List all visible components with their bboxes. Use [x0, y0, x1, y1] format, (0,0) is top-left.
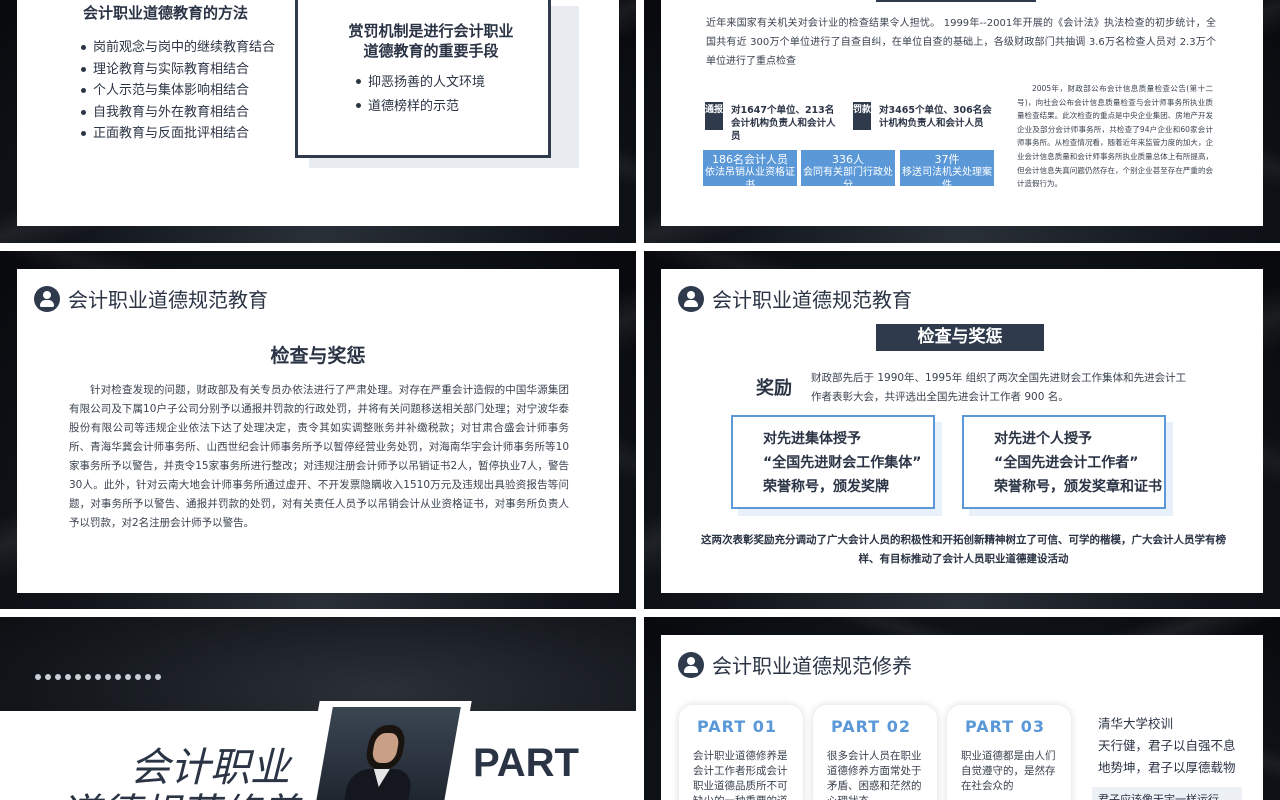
slide-card: 近年来国家有关机关对会计业的检查结果令人担忧。 1999年--2001年开展的《…	[661, 0, 1263, 226]
slide-thumbnail-5[interactable]: 会计职业 道德规范修养 PART	[0, 617, 636, 800]
reward-label: 奖励	[756, 378, 792, 399]
motto-line: 天行健，君子以自强不息	[1098, 738, 1236, 753]
fine-badge: 罚款	[853, 102, 871, 130]
box-list: 抑恶扬善的人文环境 道德榜样的示范	[354, 71, 485, 119]
stat-label: 依法吊销从业资格证书	[705, 167, 795, 191]
stat-card: 37件 移送司法机关处理案件	[900, 150, 994, 191]
motto-tail: 君子应该像天宇一样运行	[1098, 793, 1219, 800]
summary-text: 这两次表彰奖励充分调动了广大会计人员的积极性和开拓创新精神树立了可信、可学的楷模…	[701, 534, 1226, 565]
part-title: PART 02	[831, 717, 911, 736]
stat-value: 37件	[934, 153, 960, 166]
section-subtitle: 检查与奖惩	[270, 345, 366, 367]
stat-card: 336人 会同有关部门行政处分	[801, 150, 895, 191]
part-card-2: PART 02 很多会计人员在职业道德修养方面常处于矛盾、困惑和茫然的心理状态。	[813, 705, 937, 800]
header-text: 会计职业道德规范教育	[68, 288, 268, 312]
list-item: 抑恶扬善的人文环境	[354, 71, 485, 95]
fine-text: 对3465个单位、306名会计机构负责人和会计人员	[879, 105, 992, 129]
slide-thumbnail-1[interactable]: 会计职业道德教育的方法 岗前观念与岗中的继续教育结合 理论教育与实际教育相结合 …	[0, 0, 636, 243]
slide-thumbnail-3[interactable]: 会计职业道德规范教育 检查与奖惩 针对检查发现的问题，财政部及有关专员办依法进行…	[0, 251, 636, 609]
part-title: PART 01	[697, 717, 777, 736]
list-item: 正面教育与反面批评相结合	[79, 123, 275, 145]
slide-thumbnail-2[interactable]: 近年来国家有关机关对会计业的检查结果令人担忧。 1999年--2001年开展的《…	[644, 0, 1280, 243]
user-icon	[678, 285, 704, 312]
motto-tail-box: 君子应该像天宇一样运行	[1092, 787, 1242, 800]
slide-header: 会计职业道德规范修养	[678, 650, 912, 679]
collective-award-box: 对先进集体授予 “全国先进财会工作集体” 荣誉称号，颁发奖牌	[731, 415, 935, 509]
part-word: PART	[473, 741, 579, 785]
part-text: 很多会计人员在职业道德修养方面常处于矛盾、困惑和茫然的心理状态。	[827, 750, 922, 800]
stat-label: 会同有关部门行政处分	[803, 167, 893, 191]
motto-line: 地势坤，君子以厚德载物	[1098, 760, 1236, 775]
user-icon	[34, 285, 60, 312]
list-item: 道德榜样的示范	[354, 95, 485, 119]
part-text: 会计职业道德修养是会计工作者形成会计职业道德品质所不可缺少的一种重要的道	[693, 750, 788, 800]
part-text: 职业道德都是由人们自觉遵守的，是然存在社会众的	[961, 750, 1056, 792]
individual-award-box: 对先进个人授予 “全国先进会计工作者” 荣誉称号，颁发奖章和证书	[962, 415, 1166, 509]
header-text: 会计职业道德规范修养	[712, 654, 912, 678]
slide-card: 会计职业道德规范修养 PART 01 会计职业道德修养是会计工作者形成会计职业道…	[661, 635, 1263, 800]
header-bar	[876, 0, 1036, 2]
award-line: “全国先进财会工作集体”	[763, 455, 922, 471]
portrait-photo	[315, 707, 461, 800]
award-line: 荣誉称号，颁发奖章和证书	[994, 479, 1162, 495]
intro-text: 近年来国家有关机关对会计业的检查结果令人担忧。 1999年--2001年开展的《…	[706, 18, 1216, 67]
award-line: “全国先进会计工作者”	[994, 455, 1139, 471]
slide-header: 会计职业道德规范教育	[678, 284, 912, 313]
reward-text: 财政部先后于 1990年、1995年 组织了两次全国先进财会工作集体和先进会计工…	[811, 372, 1187, 403]
part-card-1: PART 01 会计职业道德修养是会计工作者形成会计职业道德品质所不可缺少的一种…	[679, 705, 803, 800]
slide-card: 会计职业道德规范教育 检查与奖惩 针对检查发现的问题，财政部及有关专员办依法进行…	[17, 269, 619, 593]
box-title: 赏罚机制是进行会计职业道德教育的重要手段	[348, 22, 514, 60]
header-text: 会计职业道德规范教育	[712, 288, 912, 312]
methods-title: 会计职业道德教育的方法	[83, 4, 249, 22]
slide-thumbnail-4[interactable]: 会计职业道德规范教育 检查与奖惩 奖励 财政部先后于 1990年、1995年 组…	[644, 251, 1280, 609]
notice-badge: 通报	[705, 102, 723, 130]
part-card-3: PART 03 职业道德都是由人们自觉遵守的，是然存在社会众的	[947, 705, 1071, 800]
grid-divider-horizontal	[0, 243, 1280, 251]
award-line: 对先进个人授予	[994, 431, 1092, 447]
stat-value: 336人	[832, 153, 864, 166]
award-line: 荣誉称号，颁发奖牌	[763, 479, 889, 495]
award-line: 对先进集体授予	[763, 431, 861, 447]
body-text: 针对检查发现的问题，财政部及有关专员办依法进行了严肃处理。对存在严重会计造假的中…	[69, 384, 569, 529]
grid-divider-vertical	[636, 0, 644, 800]
section-title-line2: 道德规范修养	[60, 781, 300, 800]
list-item: 自我教育与外在教育相结合	[79, 102, 275, 124]
list-item: 理论教育与实际教育相结合	[79, 59, 275, 81]
section-banner: 检查与奖惩	[876, 324, 1044, 351]
stat-label: 移送司法机关处理案件	[902, 167, 992, 191]
slide-header: 会计职业道德规范教育	[34, 284, 268, 313]
slide-card: 会计职业道德规范教育 检查与奖惩 奖励 财政部先后于 1990年、1995年 组…	[661, 269, 1263, 593]
notice-text: 对1647个单位、213名会计机构负责人和会计人员	[731, 105, 836, 142]
reward-punish-box: 赏罚机制是进行会计职业道德教育的重要手段 抑恶扬善的人文环境 道德榜样的示范	[295, 0, 551, 158]
slide-card: 会计职业道德教育的方法 岗前观念与岗中的继续教育结合 理论教育与实际教育相结合 …	[17, 0, 619, 226]
grid-divider-horizontal	[0, 609, 1280, 617]
user-icon	[678, 651, 704, 678]
stat-card: 186名会计人员 依法吊销从业资格证书	[703, 150, 797, 191]
dot-row	[35, 674, 161, 680]
list-item: 个人示范与集体影响相结合	[79, 80, 275, 102]
motto-title: 清华大学校训	[1098, 716, 1174, 731]
side-text: 2005年，财政部公布会计信息质量检查公告(第十二号)，向社会公布会计信息质量检…	[1017, 84, 1213, 189]
methods-list: 岗前观念与岗中的继续教育结合 理论教育与实际教育相结合 个人示范与集体影响相结合…	[79, 37, 275, 145]
list-item: 岗前观念与岗中的继续教育结合	[79, 37, 275, 59]
stat-value: 186名会计人员	[712, 153, 788, 166]
part-title: PART 03	[965, 717, 1045, 736]
slide-thumbnail-6[interactable]: 会计职业道德规范修养 PART 01 会计职业道德修养是会计工作者形成会计职业道…	[644, 617, 1280, 800]
